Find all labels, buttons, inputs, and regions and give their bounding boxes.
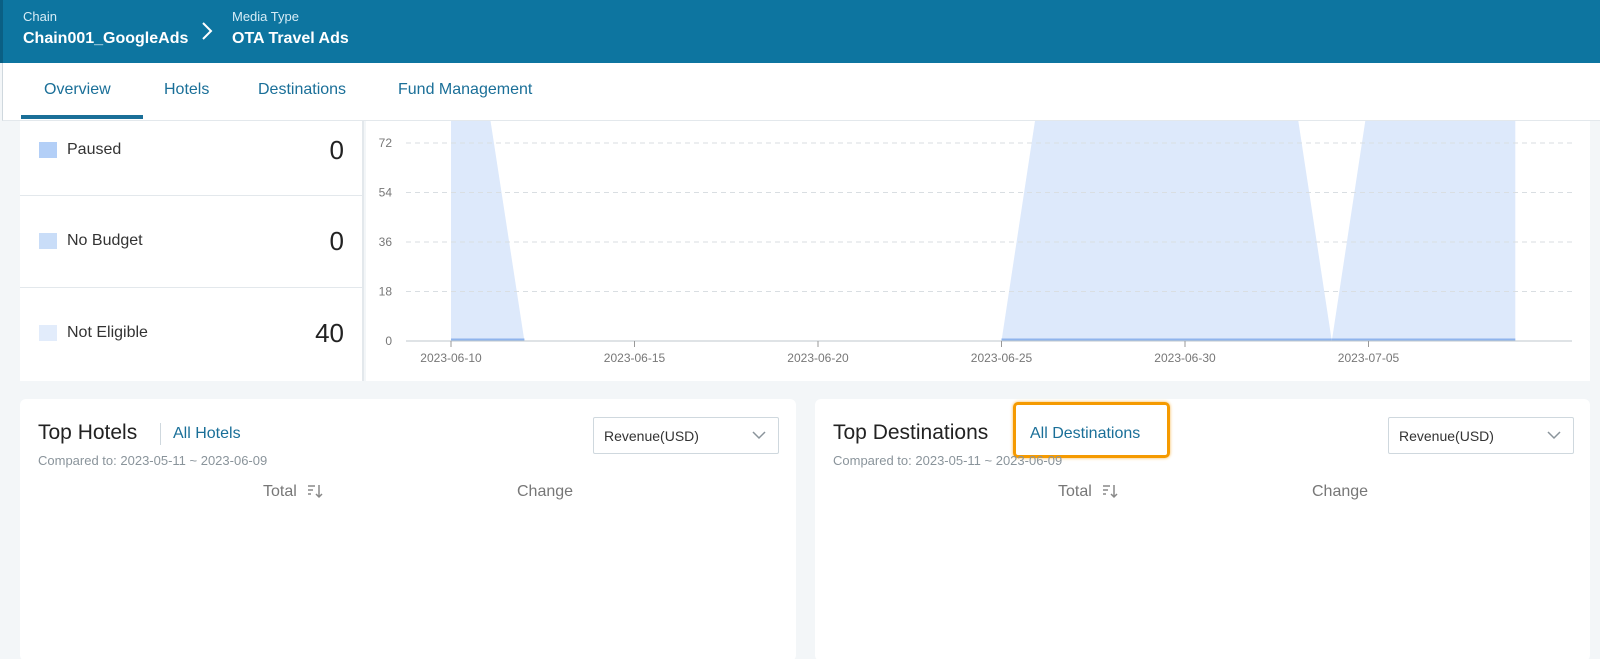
status-name: Not Eligible	[67, 324, 148, 341]
status-row-no-budget: No Budget 0	[20, 196, 364, 288]
status-name: Paused	[67, 141, 122, 158]
media-type-label: Media Type	[232, 9, 299, 24]
area-chart: 72 54 36 18 0 2023-06-10 2023-06-15 2023-06-20 2…	[379, 121, 1572, 365]
status-row-not-eligible: Not Eligible 40	[20, 288, 364, 381]
all-hotels-link[interactable]: All Hotels	[173, 425, 241, 443]
area-segment	[451, 121, 525, 341]
tab-hotels[interactable]: Hotels	[164, 81, 209, 99]
top-hotels-panel: Top Hotels All Hotels Compared to: 2023-…	[20, 399, 796, 659]
top-hotels-title: Top Hotels	[38, 421, 138, 444]
column-header-total[interactable]: Total	[263, 483, 297, 501]
x-tick-label: 2023-06-25	[971, 351, 1033, 365]
metric-select-value: Revenue(USD)	[1399, 428, 1494, 444]
y-tick-label: 54	[379, 186, 393, 200]
x-tick-label: 2023-06-15	[604, 351, 666, 365]
breadcrumb-media-type[interactable]: Media Type OTA Travel Ads	[232, 9, 349, 48]
status-name: No Budget	[67, 232, 143, 249]
sort-descending-icon[interactable]	[307, 483, 323, 499]
chevron-down-icon	[1547, 431, 1561, 440]
chevron-right-icon	[202, 22, 213, 40]
status-trend-chart: 72 54 36 18 0 2023-06-10 2023-06-15 2023-06-20 2…	[366, 121, 1590, 381]
status-row-paused: Paused 0	[20, 121, 364, 196]
chain-label: Chain	[23, 9, 57, 24]
x-tick-label: 2023-06-20	[787, 351, 849, 365]
status-summary-card: Paused 0 No Budget 0 Not Eligible 40	[20, 121, 364, 381]
y-tick-label: 18	[379, 285, 393, 299]
area-segment	[1331, 121, 1516, 341]
top-destinations-title: Top Destinations	[833, 421, 989, 444]
chain-value: Chain001_GoogleAds	[23, 30, 189, 47]
x-tick-label: 2023-06-30	[1154, 351, 1216, 365]
tab-bar: Overview Hotels Destinations Fund Manage…	[2, 63, 1600, 121]
column-header-change[interactable]: Change	[1312, 483, 1368, 501]
media-type-value: OTA Travel Ads	[232, 30, 349, 47]
x-tick-label: 2023-06-10	[420, 351, 482, 365]
sort-descending-icon[interactable]	[1102, 483, 1118, 499]
top-header: Chain Chain001_GoogleAds Media Type OTA …	[0, 0, 1600, 63]
chevron-down-icon	[752, 431, 766, 440]
x-tick-label: 2023-07-05	[1338, 351, 1400, 365]
not-eligible-legend-swatch	[39, 325, 57, 341]
metric-select[interactable]: Revenue(USD)	[593, 417, 779, 454]
active-tab-indicator	[21, 115, 143, 119]
y-tick-label: 72	[379, 136, 393, 150]
status-count: 0	[329, 135, 344, 165]
tab-overview[interactable]: Overview	[44, 81, 111, 99]
metric-select-value: Revenue(USD)	[604, 428, 699, 444]
column-header-change[interactable]: Change	[517, 483, 573, 501]
compared-to-text: Compared to: 2023-05-11 ~ 2023-06-09	[38, 453, 268, 468]
tab-fund-management[interactable]: Fund Management	[398, 81, 532, 99]
status-count: 40	[315, 318, 344, 348]
y-tick-label: 36	[379, 235, 393, 249]
breadcrumb-chain[interactable]: Chain Chain001_GoogleAds	[23, 9, 188, 48]
status-count: 0	[329, 226, 344, 256]
title-divider	[160, 423, 161, 445]
area-segment	[1001, 121, 1332, 341]
tab-destinations[interactable]: Destinations	[258, 81, 346, 99]
compared-to-text: Compared to: 2023-05-11 ~ 2023-06-09	[833, 453, 1063, 468]
column-header-total[interactable]: Total	[1058, 483, 1092, 501]
metric-select[interactable]: Revenue(USD)	[1388, 417, 1574, 454]
no-budget-legend-swatch	[39, 233, 57, 249]
top-destinations-panel: Top Destinations All Destinations Compar…	[815, 399, 1590, 659]
y-tick-label: 0	[385, 334, 392, 348]
paused-legend-swatch	[39, 142, 57, 158]
highlight-box	[1013, 402, 1170, 458]
